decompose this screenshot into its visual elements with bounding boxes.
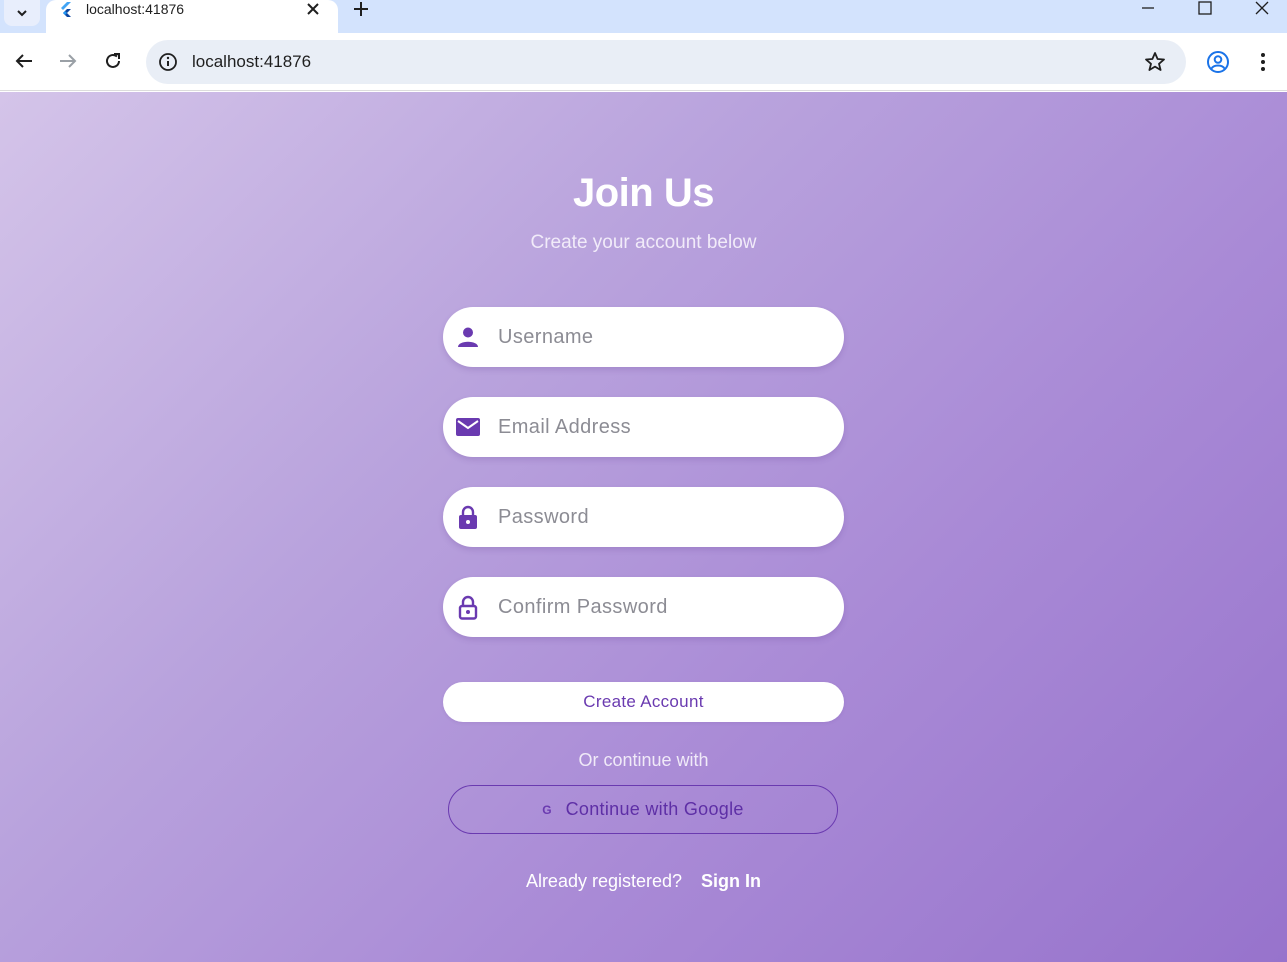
address-bar[interactable]: localhost:41876	[146, 40, 1186, 84]
reload-icon[interactable]	[102, 50, 124, 72]
browser-toolbar: localhost:41876	[0, 33, 1287, 91]
password-field[interactable]	[443, 487, 844, 547]
confirm-password-field[interactable]	[443, 577, 844, 637]
star-icon[interactable]	[1144, 51, 1166, 73]
password-input[interactable]	[498, 502, 828, 532]
mail-icon	[456, 418, 480, 436]
username-input[interactable]	[498, 322, 828, 352]
browser-tab[interactable]: localhost:41876	[46, 0, 338, 33]
back-arrow-icon[interactable]	[13, 50, 35, 72]
plus-icon[interactable]	[352, 0, 370, 18]
maximize-icon[interactable]	[1196, 0, 1214, 18]
url-text: localhost:41876	[192, 52, 312, 71]
person-icon	[458, 327, 478, 347]
tab-title: localhost:41876	[86, 1, 185, 17]
forward-arrow-icon[interactable]	[57, 50, 79, 72]
tab-search-button[interactable]	[4, 0, 40, 26]
email-field[interactable]	[443, 397, 844, 457]
page-title: Join Us	[573, 171, 714, 215]
google-button-label: Continue with Google	[565, 799, 744, 819]
create-account-button[interactable]: Create Account	[443, 682, 844, 722]
info-icon[interactable]	[158, 52, 178, 72]
profile-icon[interactable]	[1206, 50, 1230, 74]
lock-filled-icon	[459, 505, 477, 529]
google-icon: G	[542, 802, 552, 817]
divider-text: Or continue with	[578, 750, 709, 770]
flutter-icon	[61, 2, 71, 17]
lock-outline-icon	[458, 595, 478, 620]
username-field[interactable]	[443, 307, 844, 367]
chevron-down-icon	[17, 10, 27, 17]
close-window-icon[interactable]	[1253, 0, 1271, 18]
close-icon[interactable]	[305, 1, 321, 17]
signup-page: Join Us Create your account below Create…	[0, 92, 1287, 962]
google-signin-button[interactable]: G Continue with Google	[448, 785, 838, 834]
signin-prompt: Already registered?	[525, 871, 683, 891]
email-input[interactable]	[498, 412, 828, 442]
confirm-password-input[interactable]	[498, 592, 828, 622]
signin-row: Already registered? Sign In	[0, 870, 1287, 892]
signin-link[interactable]: Sign In	[701, 871, 761, 891]
minimize-icon[interactable]	[1139, 0, 1157, 18]
kebab-menu-icon[interactable]	[1251, 50, 1275, 74]
tab-strip: localhost:41876	[0, 0, 1287, 33]
page-subtitle: Create your account below	[530, 232, 757, 253]
